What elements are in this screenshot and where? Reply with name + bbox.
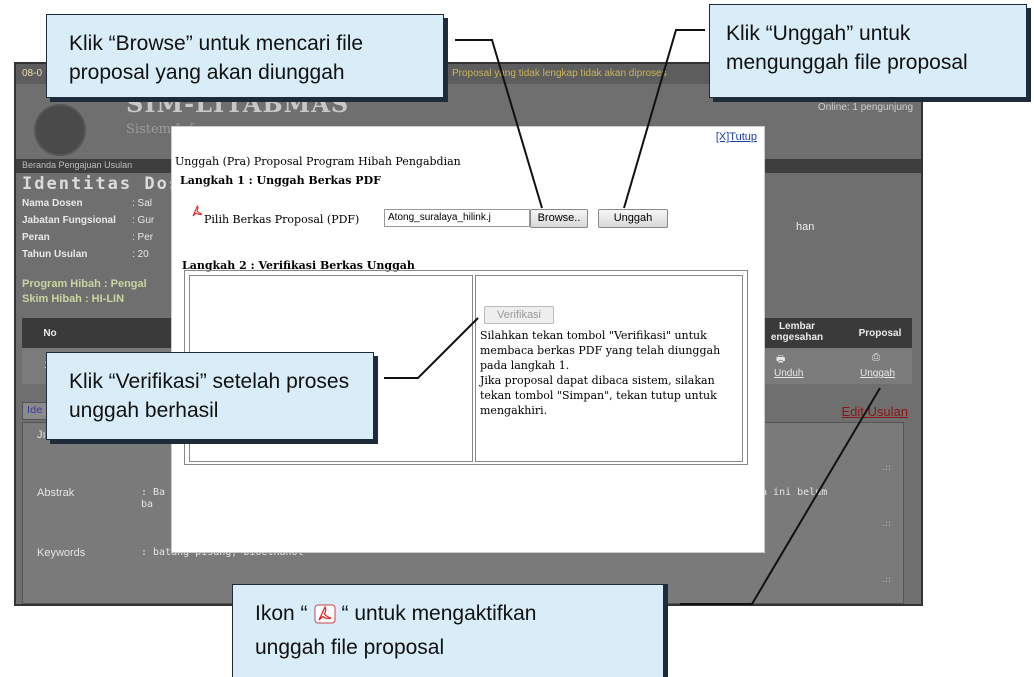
form-row: Jabatan Fungsional: Gur [22,215,155,226]
unggah-link[interactable]: Unggah [860,368,895,379]
resize-handle[interactable]: .:: [882,463,891,473]
pdf-icon[interactable]: ⎙ [872,352,880,363]
verify-instructions: Silahkan tekan tombol "Verifikasi" untuk… [480,329,721,417]
section-title: Identitas Dose [22,174,194,194]
unduh-link[interactable]: Unduh [774,368,803,379]
logo-icon [34,104,86,156]
callout-verifikasi: Klik “Verifikasi” setelah proses unggah … [46,352,374,440]
resize-handle[interactable]: .:: [882,575,891,585]
pick-file-label: Pilih Berkas Proposal (PDF) [204,213,360,226]
close-link[interactable]: [X]Tutup [716,131,757,143]
modal-title: Unggah (Pra) Proposal Program Hibah Peng… [175,155,461,168]
upload-modal: [X]Tutup Unggah (Pra) Proposal Program H… [171,126,765,553]
upload-button[interactable]: Unggah [598,209,668,228]
callout-unggah-text: Klik “Unggah” untuk mengunggah file prop… [726,22,968,74]
callout-browse-text: Klik “Browse” untuk mencari file proposa… [69,32,364,84]
edit-usulan-link[interactable]: Edit Usulan [842,404,908,419]
col-lembar: Lembar engesahan [770,321,824,343]
skim-line: Skim Hibah : HI-LIN [22,293,125,305]
pdf-icon [314,604,336,624]
detail-keywords: Keywords : batang pisang, bioethanol [37,547,304,559]
print-icon[interactable]: 🖶 [776,352,785,369]
browse-button[interactable]: Browse.. [530,209,588,228]
col-no: No [43,328,57,339]
identity-form: Nama Dosen: Sal Jabatan Fungsional: Gur … [22,198,154,266]
resize-handle[interactable]: .:: [882,519,891,529]
detail-abstrak: Abstrak : Ba ba ma ini belum [37,487,828,510]
callout-verifikasi-text: Klik “Verifikasi” setelah proses unggah … [69,370,350,422]
callout-browse: Klik “Browse” untuk mencari file proposa… [46,14,444,98]
program-line: Program Hibah : Pengal [22,278,147,290]
callout-unggah: Klik “Unggah” untuk mengunggah file prop… [709,4,1027,98]
callout-ikon-line2: unggah file proposal [255,636,445,659]
file-path-input[interactable]: Atong_suralaya_hilink.j [384,209,530,227]
pdf-icon [192,205,203,217]
form-row: Peran: Per [22,232,154,243]
step1-heading: Langkah 1 : Unggah Berkas PDF [180,174,381,187]
date-label: 08-0 [22,68,43,79]
verification-info: Verifikasi Silahkan tekan tombol "Verifi… [475,275,743,462]
callout-ikon-line1: Ikon “ “ untuk mengaktifkan [255,602,537,625]
detail-judul: Jı [37,429,46,441]
verify-button[interactable]: Verifikasi [484,306,554,324]
form-row: Nama Dosen: Sal [22,198,153,209]
partial-text: han [796,221,815,233]
form-row: Tahun Usulan: 20 [22,249,149,260]
callout-ikon: Ikon “ “ untuk mengaktifkan unggah file … [232,584,664,677]
program-info: Program Hibah : Pengal Skim Hibah : HI-L… [22,278,147,308]
nav-links[interactable]: Beranda Pengajuan Usulan [22,160,132,170]
online-counter: Online: 1 pengunjung [817,102,913,113]
notice-text: Proposal yang tidak lengkap tidak akan d… [452,68,667,79]
col-proposal: Proposal [858,328,902,339]
